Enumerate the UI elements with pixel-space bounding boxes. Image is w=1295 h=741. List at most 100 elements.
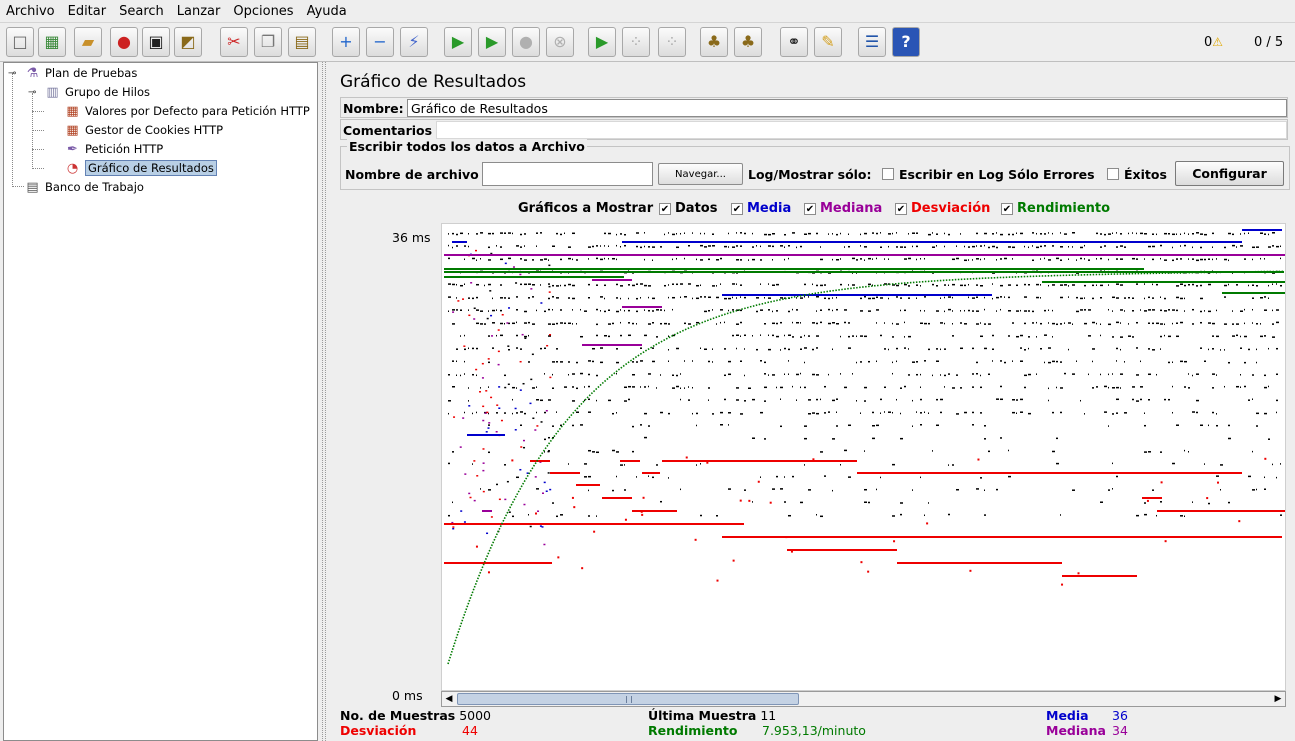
menu-search[interactable]: Search	[119, 4, 164, 19]
data-point	[1236, 334, 1238, 337]
data-point	[1016, 412, 1017, 414]
average-checkbox[interactable]: ✔	[731, 203, 743, 215]
data-point	[486, 411, 489, 414]
tree-node-http-request[interactable]: ✒ Petición HTTP	[64, 140, 163, 158]
data-point	[776, 335, 779, 338]
data-point	[520, 233, 522, 236]
clear-button[interactable]: ♣	[700, 27, 728, 57]
cut-button[interactable]: ✂	[220, 27, 248, 57]
name-input[interactable]	[407, 99, 1287, 117]
data-point	[457, 300, 460, 302]
tree-node-http-defaults[interactable]: ▦ Valores por Defecto para Petición HTTP	[64, 102, 309, 120]
new-button[interactable]: □	[6, 27, 34, 57]
data-point	[784, 258, 785, 261]
data-point	[676, 347, 679, 350]
tree-node-workbench[interactable]: ▤ Banco de Trabajo	[24, 178, 144, 196]
tree-node-thread-group[interactable]: ▥ Grupo de Hilos	[44, 83, 150, 101]
tree-node-results-graph[interactable]: ◔ Gráfico de Resultados	[64, 159, 217, 177]
data-point	[460, 374, 461, 377]
graph-horizontal-scrollbar[interactable]: ◀ ▶	[441, 691, 1286, 707]
data-point	[580, 424, 583, 426]
tree-node-cookie-manager[interactable]: ▦ Gestor de Cookies HTTP	[64, 121, 223, 139]
data-point	[572, 297, 575, 300]
data-point	[700, 347, 701, 350]
menu-opciones[interactable]: Opciones	[233, 4, 293, 19]
deviation-checkbox[interactable]: ✔	[895, 203, 907, 215]
start-button[interactable]: ▶	[444, 27, 472, 57]
scroll-right-icon[interactable]: ▶	[1271, 692, 1285, 706]
data-point	[928, 348, 930, 351]
clear-all-button[interactable]: ♣	[734, 27, 762, 57]
split-pane-divider[interactable]	[319, 62, 329, 741]
collapse-button[interactable]: −	[366, 27, 394, 57]
data-checkbox[interactable]: ✔	[659, 203, 671, 215]
success-only-checkbox[interactable]	[1107, 168, 1119, 180]
data-point	[720, 283, 721, 285]
config-element-icon: ▦	[66, 103, 79, 119]
data-point	[1208, 258, 1210, 260]
data-point	[1044, 245, 1046, 247]
browse-button[interactable]: Navegar...	[658, 163, 743, 185]
data-point	[1024, 296, 1027, 298]
remote-shutdown-button[interactable]: ⁘	[658, 27, 686, 57]
save-button[interactable]: ▣	[142, 27, 170, 57]
data-point	[497, 363, 500, 366]
data-point	[452, 309, 455, 311]
expand-button[interactable]: +	[332, 27, 360, 57]
tree-toggle-icon[interactable]: ⊸	[8, 68, 16, 79]
data-point	[860, 412, 861, 414]
filename-input[interactable]	[482, 162, 653, 186]
data-point	[1016, 232, 1017, 234]
data-point	[656, 464, 658, 466]
data-point	[459, 446, 462, 448]
menu-editar[interactable]: Editar	[68, 4, 107, 19]
tree-node-test-plan[interactable]: ⚗ Plan de Pruebas	[24, 64, 138, 82]
data-point	[632, 361, 634, 363]
start-no-pauses-button[interactable]: ▶	[478, 27, 506, 57]
stop-button[interactable]: ●	[512, 27, 540, 57]
menu-archivo[interactable]: Archivo	[6, 4, 55, 19]
data-point	[576, 411, 579, 413]
copy-button[interactable]: ❐	[254, 27, 282, 57]
data-point	[1040, 284, 1041, 286]
remote-start-button[interactable]: ▶	[588, 27, 616, 57]
data-point	[520, 446, 523, 448]
data-point	[568, 297, 570, 299]
scroll-left-icon[interactable]: ◀	[442, 692, 456, 706]
configure-button[interactable]: Configurar	[1175, 161, 1284, 186]
menu-lanzar[interactable]: Lanzar	[177, 4, 221, 19]
data-point	[464, 411, 465, 414]
comments-input[interactable]	[436, 121, 1287, 139]
function-helper-button[interactable]: ☰	[858, 27, 886, 57]
data-point	[736, 232, 737, 234]
help-button[interactable]: ?	[892, 27, 920, 57]
data-point	[487, 358, 490, 360]
throughput-checkbox[interactable]: ✔	[1001, 203, 1013, 215]
data-point	[936, 245, 937, 247]
templates-button[interactable]: ▦	[38, 27, 66, 57]
data-point	[700, 463, 701, 465]
shutdown-button[interactable]: ⊗	[546, 27, 574, 57]
thread-counter: 0 / 5	[1254, 35, 1284, 50]
deviation-segment	[1157, 510, 1285, 512]
data-point	[514, 429, 517, 431]
toggle-button[interactable]: ⚡	[400, 27, 428, 57]
paste-button[interactable]: ▤	[288, 27, 316, 57]
tree-toggle-icon[interactable]: ⊸	[28, 87, 36, 98]
save-as-button[interactable]: ◩	[174, 27, 202, 57]
data-point	[1024, 386, 1026, 389]
errors-only-checkbox[interactable]	[882, 168, 894, 180]
scrollbar-thumb[interactable]	[457, 693, 799, 705]
data-point	[920, 373, 921, 376]
open-button[interactable]: ▰	[74, 27, 102, 57]
data-point	[596, 323, 598, 326]
data-point	[1040, 233, 1042, 235]
data-point	[636, 476, 637, 478]
remote-stop-button[interactable]: ⁘	[622, 27, 650, 57]
median-checkbox[interactable]: ✔	[804, 203, 816, 215]
data-point	[560, 309, 562, 311]
search-button[interactable]: ⚭	[780, 27, 808, 57]
close-file-button[interactable]: ●	[110, 27, 138, 57]
reset-search-button[interactable]: ✎	[814, 27, 842, 57]
menu-ayuda[interactable]: Ayuda	[307, 4, 347, 19]
